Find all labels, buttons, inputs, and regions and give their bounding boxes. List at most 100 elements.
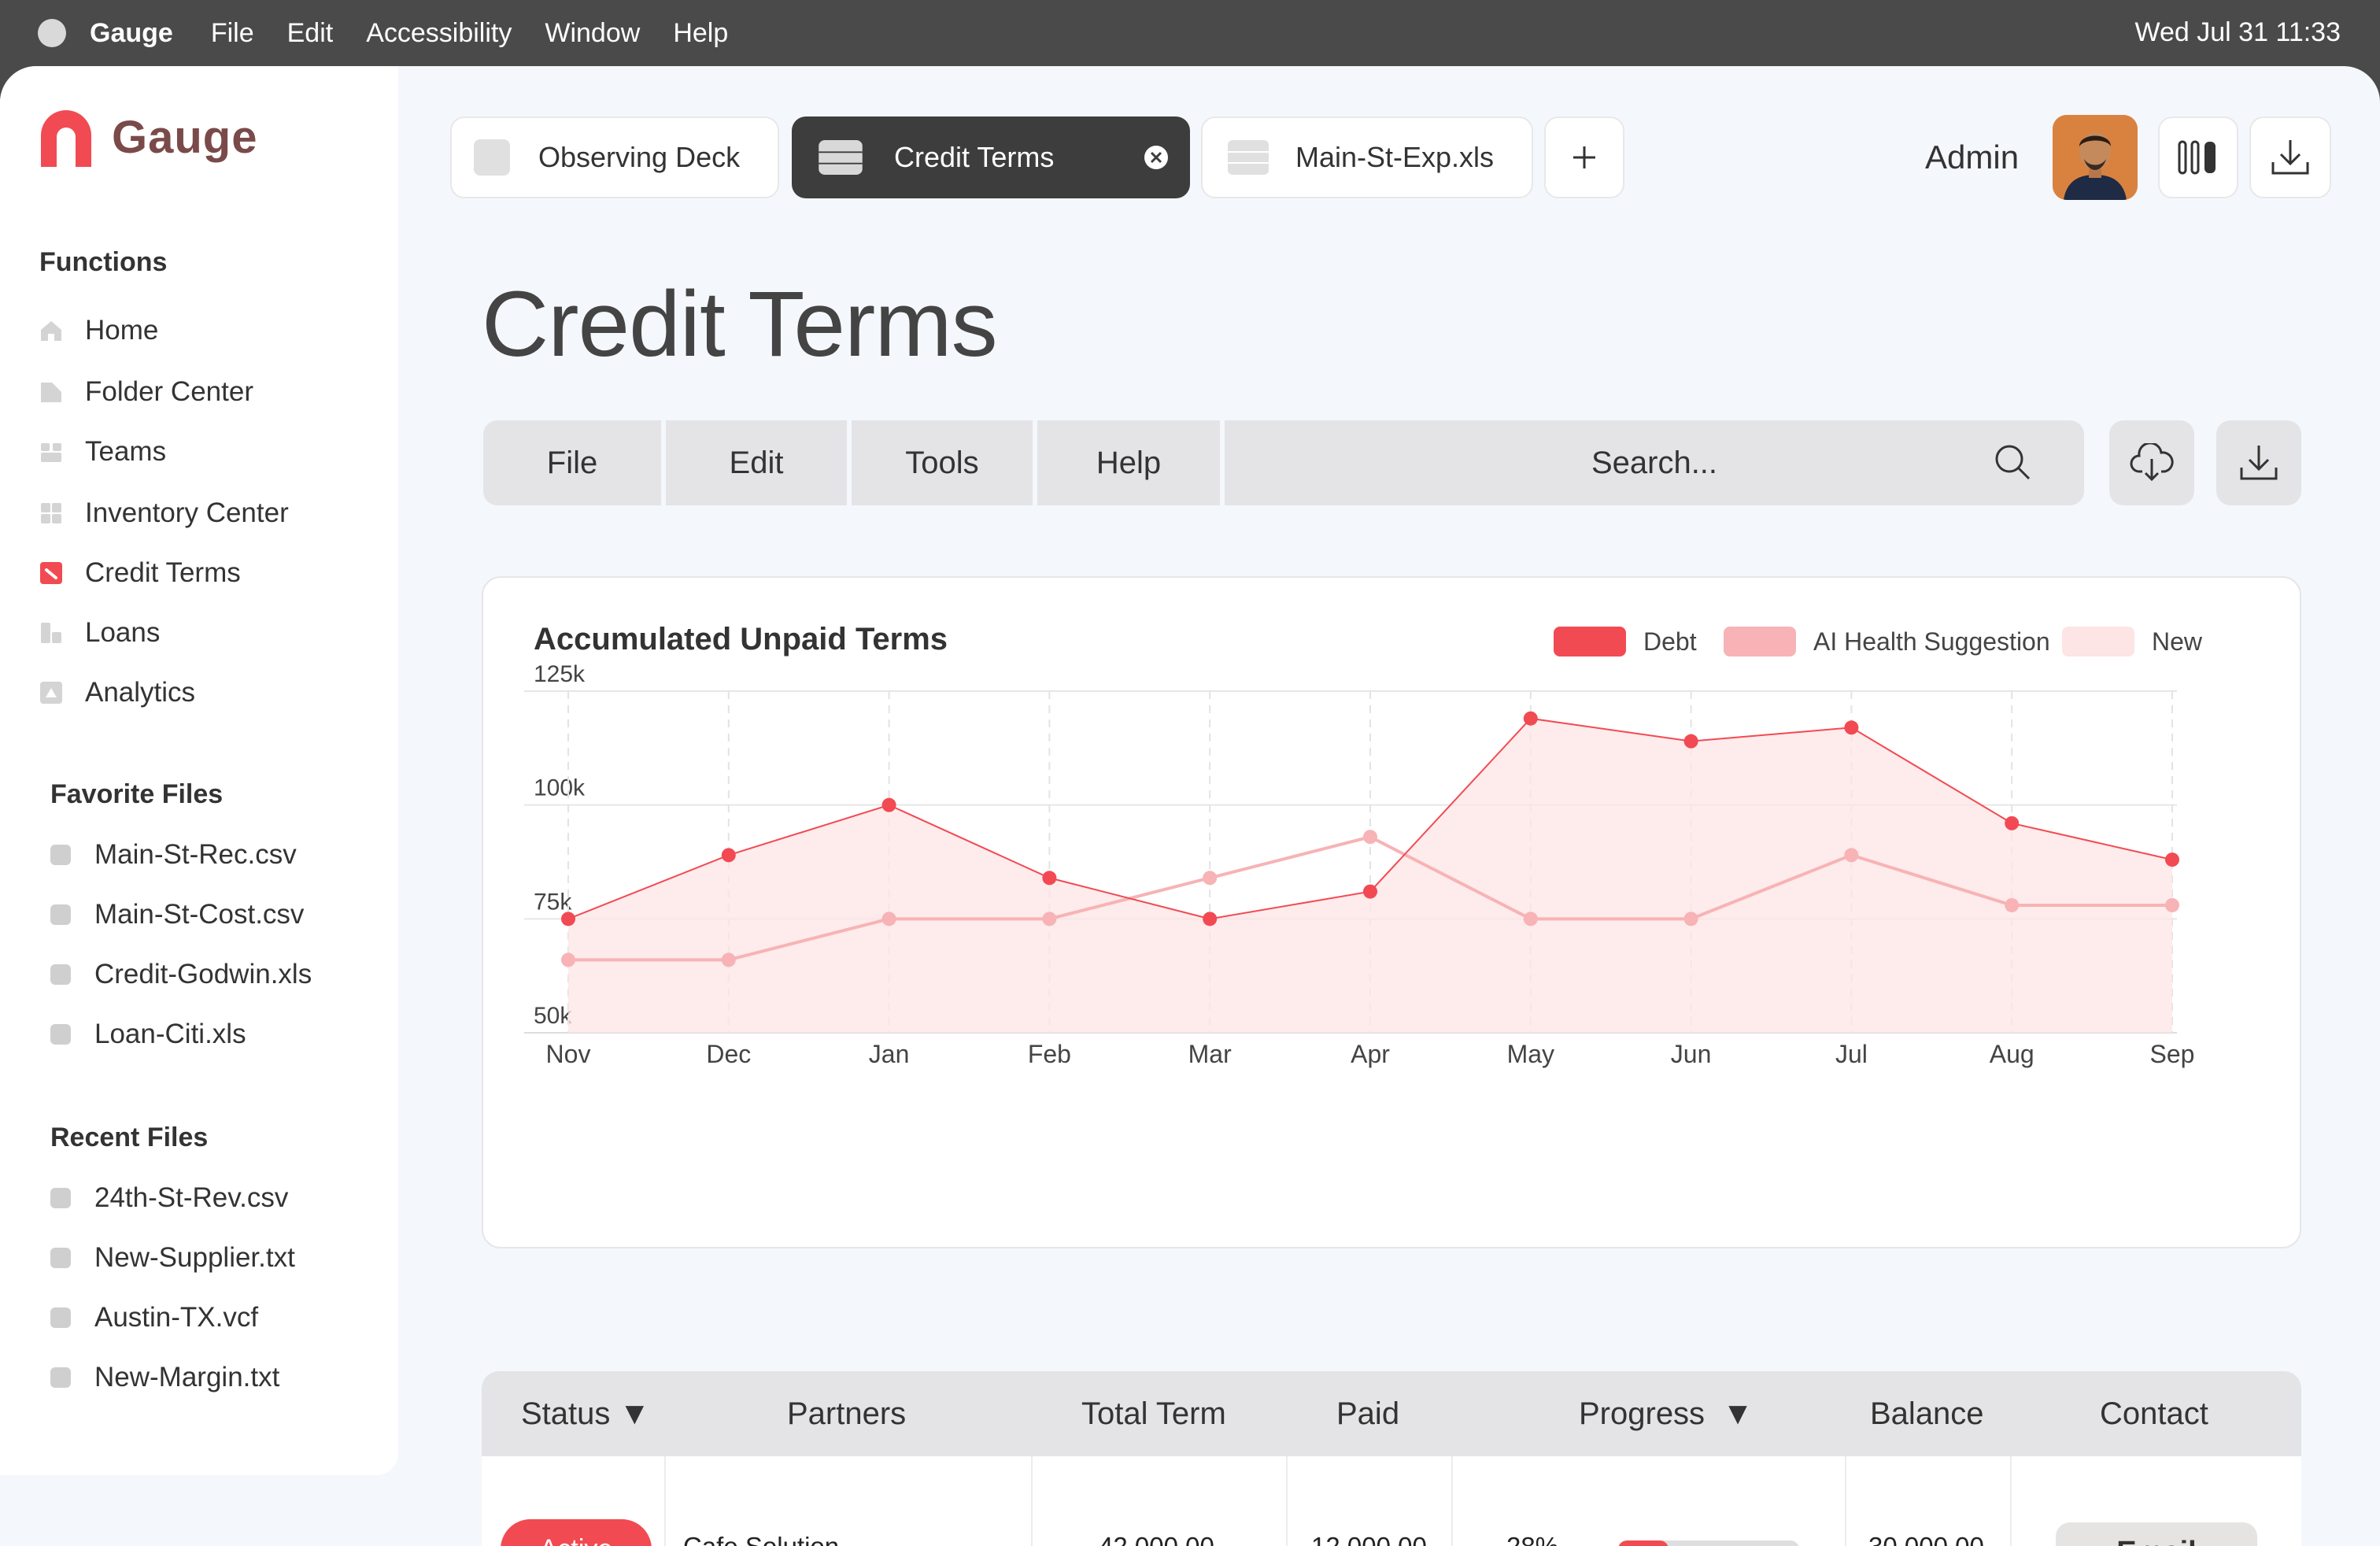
- new-tab-button[interactable]: [1544, 117, 1624, 198]
- toolbar: File Edit Tools Help: [483, 420, 1225, 505]
- file-name: New-Margin.txt: [94, 1362, 280, 1393]
- credit-icon: [40, 562, 62, 584]
- recent-files-title: Recent Files: [50, 1123, 209, 1152]
- favorite-file-item[interactable]: Main-St-Rec.csv: [50, 839, 297, 871]
- folder-icon: [41, 383, 61, 402]
- search-icon[interactable]: [1993, 442, 2032, 482]
- data-point: [2005, 816, 2020, 830]
- menu-help[interactable]: Help: [673, 18, 728, 49]
- avatar[interactable]: [2053, 115, 2138, 200]
- file-name: Loan-Citi.xls: [94, 1019, 246, 1049]
- toolbar-download-button[interactable]: [2216, 420, 2301, 505]
- total-term-cell: 42,000.00: [1099, 1532, 1214, 1546]
- toolbar-tools-button[interactable]: Tools: [852, 420, 1033, 505]
- layout-toggle-button[interactable]: [2158, 117, 2238, 198]
- column-divider: [664, 1456, 666, 1546]
- search-input[interactable]: Search...: [1225, 420, 2084, 505]
- cloud-download-button[interactable]: [2109, 420, 2194, 505]
- data-point: [721, 848, 736, 863]
- file-name: Main-St-Cost.csv: [94, 899, 305, 930]
- recent-file-item[interactable]: New-Margin.txt: [50, 1362, 279, 1393]
- column-header-status[interactable]: Status ▼: [521, 1371, 650, 1456]
- download-button[interactable]: [2249, 117, 2331, 198]
- analytics-icon: [40, 682, 62, 704]
- data-point: [2165, 853, 2179, 867]
- sidebar: Gauge Functions Home Folder Center Teams…: [0, 66, 398, 1475]
- file-icon: [50, 845, 71, 865]
- data-point: [1683, 912, 1698, 926]
- menu-window[interactable]: Window: [545, 18, 640, 49]
- menu-accessibility[interactable]: Accessibility: [366, 18, 512, 49]
- file-name: Credit-Godwin.xls: [94, 959, 312, 989]
- data-point: [1203, 871, 1218, 886]
- logo[interactable]: Gauge: [38, 107, 258, 167]
- recent-file-item[interactable]: 24th-St-Rev.csv: [50, 1182, 288, 1214]
- column-divider: [1286, 1456, 1288, 1546]
- data-point: [1523, 711, 1538, 726]
- apple-icon[interactable]: [38, 19, 66, 47]
- status-badge[interactable]: Active: [501, 1519, 652, 1546]
- data-point: [1363, 830, 1377, 845]
- x-tick-label: Dec: [706, 1040, 751, 1068]
- column-divider: [1031, 1456, 1033, 1546]
- x-tick-label: Apr: [1351, 1040, 1390, 1068]
- y-tick-label: 50k: [534, 1003, 572, 1029]
- data-point: [1363, 884, 1377, 899]
- progress-cell: 28%: [1506, 1532, 1558, 1546]
- recent-file-item[interactable]: Austin-TX.vcf: [50, 1302, 258, 1333]
- column-header-contact[interactable]: Contact: [2100, 1371, 2208, 1456]
- tab-observing-deck[interactable]: Observing Deck: [450, 117, 779, 198]
- partner-cell: Cafe Solution: [683, 1532, 839, 1546]
- close-tab-icon[interactable]: [1143, 144, 1170, 171]
- email-button[interactable]: Email: [2056, 1522, 2257, 1546]
- sidebar-item-inventory-center[interactable]: Inventory Center: [39, 497, 289, 529]
- balance-cell: 30,000.00: [1868, 1532, 1984, 1546]
- menu-clock: Wed Jul 31 11:33: [2134, 17, 2341, 47]
- favorite-file-item[interactable]: Loan-Citi.xls: [50, 1019, 246, 1050]
- toolbar-file-button[interactable]: File: [483, 420, 661, 505]
- document-icon: [474, 139, 510, 176]
- menu-app-name[interactable]: Gauge: [90, 18, 173, 49]
- sidebar-item-folder-center[interactable]: Folder Center: [39, 376, 253, 408]
- sidebar-item-credit-terms[interactable]: Credit Terms: [39, 557, 241, 589]
- column-header-balance[interactable]: Balance: [1870, 1371, 1984, 1456]
- sidebar-item-home[interactable]: Home: [39, 315, 158, 346]
- y-tick-label: 125k: [534, 661, 586, 687]
- file-icon: [50, 964, 71, 985]
- data-point: [561, 952, 575, 967]
- sidebar-item-label: Loans: [85, 617, 161, 648]
- file-icon: [50, 1307, 71, 1328]
- toolbar-edit-button[interactable]: Edit: [666, 420, 847, 505]
- menu-file[interactable]: File: [211, 18, 254, 49]
- column-header-partners[interactable]: Partners: [787, 1371, 906, 1456]
- favorite-file-item[interactable]: Main-St-Cost.csv: [50, 899, 304, 930]
- chart-card: Accumulated Unpaid Terms Debt AI Health …: [482, 576, 2301, 1248]
- tab-credit-terms[interactable]: Credit Terms: [792, 117, 1190, 198]
- page-title: Credit Terms: [482, 272, 998, 376]
- data-point: [1203, 912, 1218, 926]
- line-chart: 125k 100k 75k 50k Nov Dec Jan Feb Mar Apr May Jun Ju…: [524, 661, 2194, 1068]
- favorite-file-item[interactable]: Credit-Godwin.xls: [50, 959, 312, 990]
- file-icon: [50, 1367, 71, 1388]
- recent-file-item[interactable]: New-Supplier.txt: [50, 1242, 295, 1274]
- data-point: [2165, 897, 2179, 912]
- progress-fill: [1618, 1540, 1669, 1546]
- toolbar-help-button[interactable]: Help: [1037, 420, 1220, 505]
- tab-main-st-exp[interactable]: Main-St-Exp.xls: [1201, 117, 1533, 198]
- avatar-image: [2053, 115, 2138, 200]
- x-tick-label: Aug: [1990, 1040, 2034, 1068]
- menu-edit[interactable]: Edit: [287, 18, 334, 49]
- table-icon: [1228, 140, 1269, 175]
- column-header-progress[interactable]: Progress ▼: [1579, 1371, 1754, 1456]
- data-point: [1042, 912, 1057, 926]
- menu-bar: Gauge File Edit Accessibility Window Hel…: [0, 0, 2380, 66]
- column-header-paid[interactable]: Paid: [1336, 1371, 1399, 1456]
- file-icon: [50, 1248, 71, 1268]
- column-header-total-term[interactable]: Total Term: [1081, 1371, 1226, 1456]
- sidebar-item-analytics[interactable]: Analytics: [39, 677, 195, 708]
- sidebar-item-teams[interactable]: Teams: [39, 436, 166, 468]
- sidebar-item-loans[interactable]: Loans: [39, 617, 160, 649]
- search-placeholder: Search...: [1591, 445, 1718, 480]
- x-tick-label: Jun: [1671, 1040, 1712, 1068]
- logo-text: Gauge: [112, 111, 258, 163]
